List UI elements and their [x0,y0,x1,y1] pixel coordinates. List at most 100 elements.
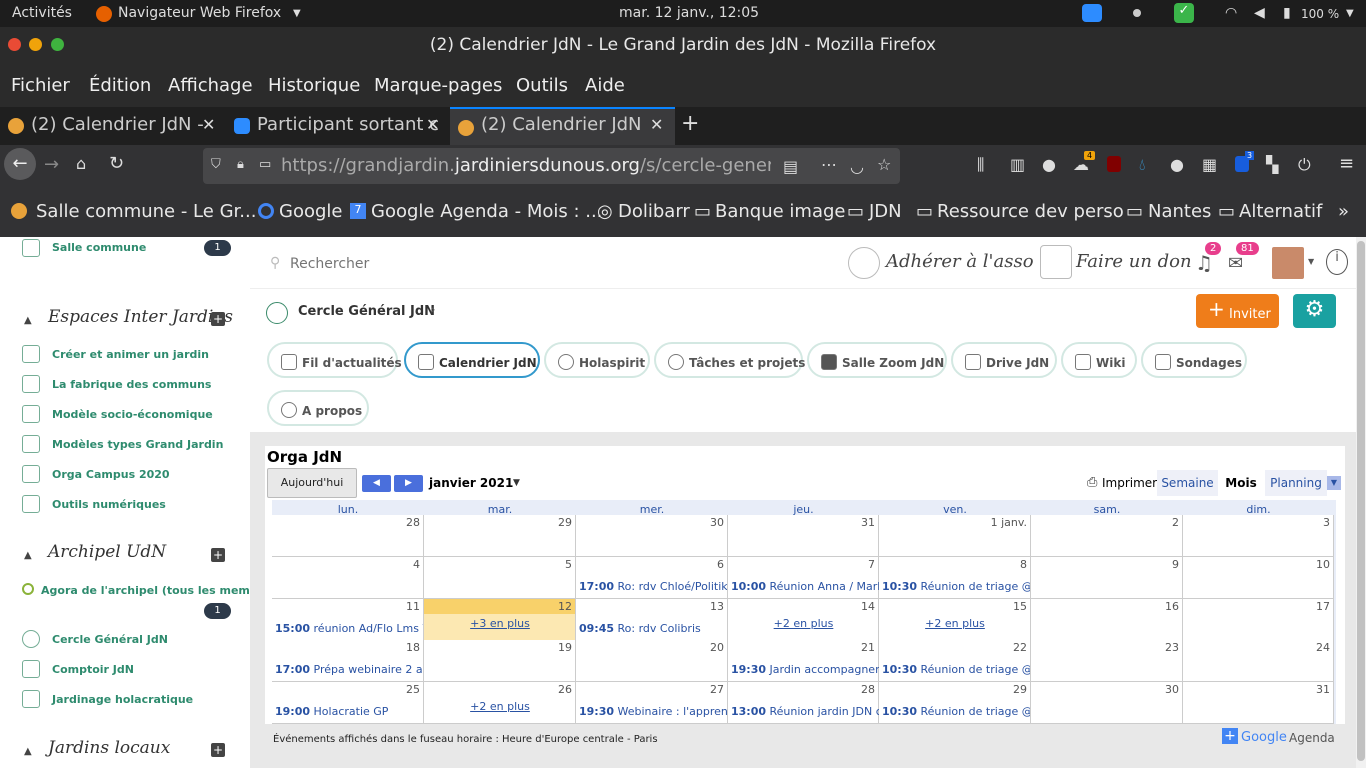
lock-icon[interactable]: 🔒︎ [237,157,244,172]
tab-fil-actualites[interactable]: Fil d'actualités [267,342,402,378]
drop-icon[interactable]: 💧︎ [1139,155,1145,175]
back-button[interactable]: ← [4,148,36,180]
view-mois[interactable]: Mois [1221,470,1261,496]
tab-calendrier[interactable]: Calendrier JdN [404,342,540,378]
day-cell[interactable]: 18 17:00 Prépa webinaire 2 ave [272,640,424,682]
calendar-event[interactable]: 19:30 Webinaire : l'apprentis [579,705,727,718]
day-cell[interactable]: 9 [1031,557,1183,599]
add-to-google-icon[interactable]: + [1222,728,1238,744]
calendar-event[interactable]: 10:30 Réunion de triage @ja [882,663,1030,676]
day-cell[interactable]: 24 [1183,640,1334,682]
power-icon[interactable]: ⏻ [1298,155,1311,175]
tab-calendrier-active[interactable]: (2) Calendrier JdN ✕ [450,107,675,145]
reader-view-icon[interactable]: ▤ [783,157,798,176]
more-events-link[interactable]: +2 en plus [728,617,879,630]
bookmark-salle-commune[interactable]: Salle commune - Le Gr... [36,201,256,222]
day-cell[interactable]: 19 [424,640,576,682]
ghost-icon[interactable]: ● [1170,155,1184,174]
info-icon[interactable]: i [1326,249,1348,275]
bookmark-ressource-dev[interactable]: Ressource dev perso [937,201,1124,222]
zoom-icon[interactable] [1082,4,1102,22]
day-cell[interactable]: 29 10:30 Réunion de triage @c [879,682,1031,724]
calendar-event[interactable]: 10:30 Réunion de triage @c [882,705,1030,718]
home-icon[interactable]: ⌂ [76,154,86,173]
check-icon[interactable]: ✓ [1174,3,1194,23]
bookmark-star-icon[interactable]: ☆ [877,155,891,174]
day-cell[interactable]: 2 [1031,515,1183,557]
new-tab-button[interactable]: + [681,111,699,136]
next-month-button[interactable]: ▶ [394,475,423,492]
day-cell[interactable]: 20 [576,640,728,682]
day-cell[interactable]: 23 [1031,640,1183,682]
sidebar-item[interactable]: Agora de l'archipel (tous les membres) [41,584,282,597]
battery-icon[interactable]: ▮ [1283,5,1291,21]
day-cell[interactable]: 7 10:00 Réunion Anna / Marlène [728,557,879,599]
add-space-button[interactable]: + [211,743,225,757]
menu-historique[interactable]: Historique [268,75,360,96]
calendar-event[interactable]: 17:00 Ro: rdv Chloé/Politiker [579,580,727,593]
tab-drive[interactable]: Drive JdN [951,342,1057,378]
library-icon[interactable]: ⫼ [977,155,984,175]
calendar-event[interactable]: 19:30 Jardin accompagnement [731,663,879,676]
status-dot-icon[interactable] [1133,9,1141,17]
day-cell[interactable]: 29 [424,515,576,557]
sidebar-item[interactable]: Outils numériques [52,498,166,511]
tab-a-propos[interactable]: A propos [267,390,369,426]
day-cell[interactable]: 22 10:30 Réunion de triage @ja [879,640,1031,682]
sidebar-item[interactable]: Modèle socio-économique [52,408,213,421]
collapse-caret-icon[interactable]: ▲ [24,315,32,326]
tab-calendrier-1[interactable]: (2) Calendrier JdN - ✕ [0,107,225,145]
day-cell[interactable]: 4 [272,557,424,599]
activities-button[interactable]: Activités [12,5,72,21]
prev-month-button[interactable]: ◀ [362,475,391,492]
calendar-event[interactable]: 13:00 Réunion jardin JDN clo [731,705,879,718]
menu-marque-pages[interactable]: Marque-pages [374,75,502,96]
sidebar-item[interactable]: Modèles types Grand Jardin [52,438,223,451]
more-events-link[interactable]: +2 en plus [424,700,576,713]
section-title-jardins-locaux[interactable]: Jardins locaux [48,738,170,758]
today-button[interactable]: Aujourd'hui [267,468,357,498]
printer-icon[interactable]: ⎙ [1087,475,1097,490]
clock[interactable]: mar. 12 janv., 12:05 [619,5,759,21]
sidebar-item-salle-commune[interactable]: Salle commune [52,241,146,254]
collapse-caret-icon[interactable]: ▲ [24,550,32,561]
day-cell[interactable]: 28 13:00 Réunion jardin JDN clo [728,682,879,724]
google-logo[interactable]: Google [1241,730,1287,745]
day-cell[interactable]: 8 10:30 Réunion de triage @c [879,557,1031,599]
day-cell[interactable]: 31 [1183,682,1334,724]
avatar[interactable] [1272,247,1304,279]
calendar-event[interactable]: 10:30 Réunion de triage @c [882,580,1030,593]
day-cell[interactable]: 16 [1031,599,1183,641]
sidebar-item[interactable]: La fabrique des communs [52,378,211,391]
day-cell[interactable]: 14 +2 en plus [728,599,879,641]
sidebar-item[interactable]: Cercle Général JdN [52,633,168,646]
day-cell[interactable]: 28 [272,515,424,557]
mail-icon[interactable]: ✉ [1228,253,1243,274]
sidebar-item[interactable]: Comptoir JdN [52,663,134,676]
tab-participant[interactable]: Participant sortant c ✕ [226,107,450,145]
calendar-event[interactable]: 09:45 Ro: rdv Colibris [579,622,727,635]
add-space-button[interactable]: + [211,548,225,562]
day-cell[interactable]: 6 17:00 Ro: rdv Chloé/Politiker [576,557,728,599]
day-cell[interactable]: 15 +2 en plus [879,599,1031,641]
day-cell[interactable]: 27 19:30 Webinaire : l'apprentis [576,682,728,724]
day-cell[interactable]: 30 [1031,682,1183,724]
collapse-caret-icon[interactable]: ▲ [24,746,32,757]
page-actions-icon[interactable]: ⋯ [821,155,837,174]
shield-icon[interactable]: ⛉ [211,157,221,172]
month-dropdown-icon[interactable]: ▼ [513,478,520,488]
calendar-event[interactable]: 10:00 Réunion Anna / Marlène [731,580,879,593]
view-planning[interactable]: Planning [1265,470,1327,496]
google-agenda-label[interactable]: Agenda [1289,731,1335,745]
day-cell[interactable]: 3 [1183,515,1334,557]
ublock-icon[interactable] [1107,156,1121,172]
day-cell[interactable]: 17 [1183,599,1334,641]
app-menu[interactable]: Navigateur Web Firefox [118,5,281,21]
day-cell[interactable]: 31 [728,515,879,557]
menu-affichage[interactable]: Affichage [168,75,253,96]
day-cell[interactable]: 5 [424,557,576,599]
wifi-icon[interactable]: ◠ [1225,5,1237,21]
day-cell[interactable]: 1 janv. [879,515,1031,557]
section-title-archipel[interactable]: Archipel UdN [48,542,166,562]
search-input[interactable] [290,251,590,277]
